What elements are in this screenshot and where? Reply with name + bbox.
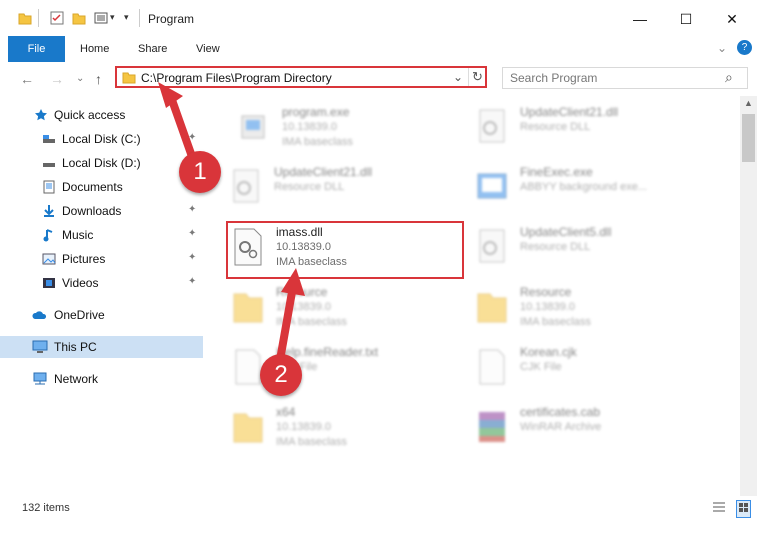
annotation-arrows [158,82,305,364]
arrow-2 [276,288,296,364]
arrow-1-head [158,82,183,108]
step-1-badge: 1 [179,151,221,193]
arrow-2-head [281,268,305,296]
step-2-badge: 2 [260,354,302,396]
